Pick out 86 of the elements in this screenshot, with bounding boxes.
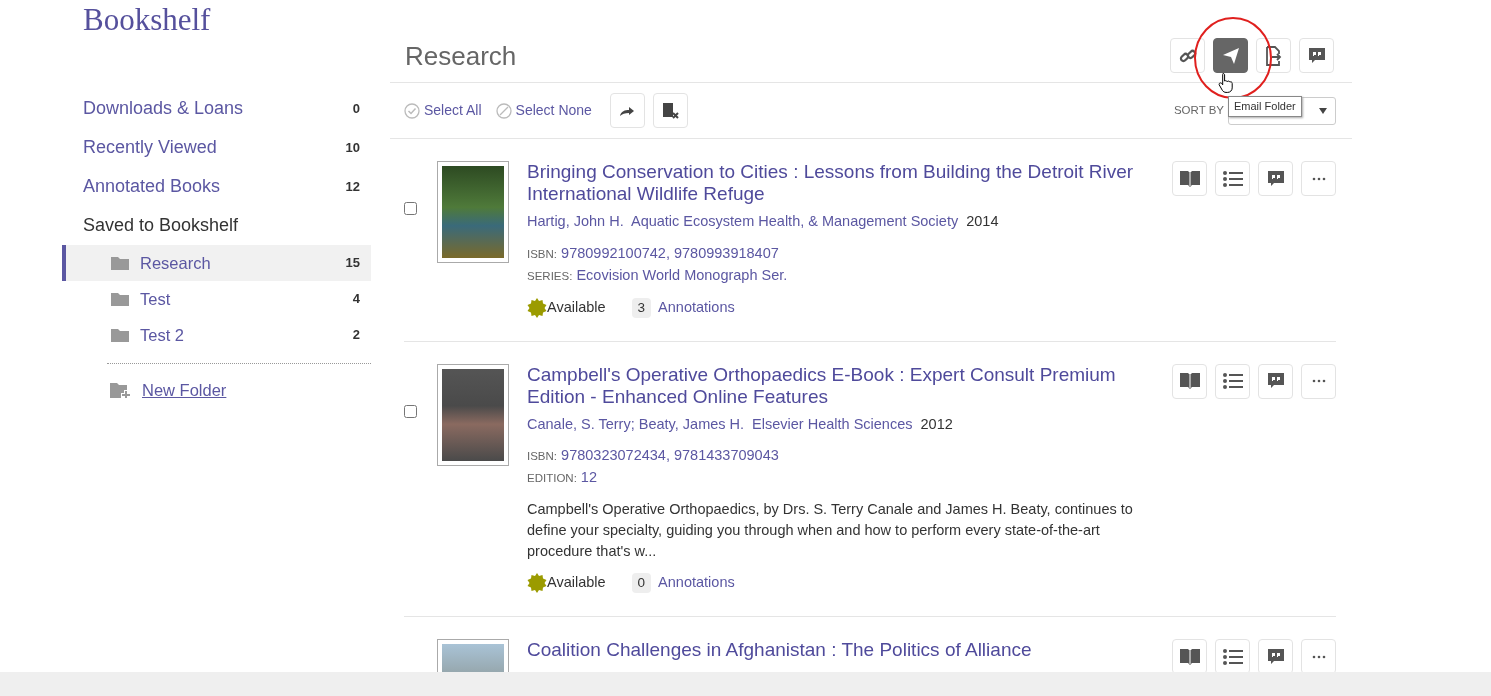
item-label: Annotated Books <box>83 175 221 198</box>
slashed-circle-icon <box>495 102 512 119</box>
read-button[interactable] <box>1172 639 1207 674</box>
hand-cursor-icon <box>1218 72 1234 94</box>
more-icon <box>1311 379 1326 383</box>
remove-book-icon <box>661 101 680 120</box>
folder-count: 15 <box>345 254 360 273</box>
forward-button[interactable] <box>609 93 645 128</box>
page-title: Bookshelf <box>82 1 212 39</box>
status-text: Available <box>547 573 606 593</box>
select-none-link[interactable]: Select None <box>495 100 592 121</box>
annotation-count: 3 <box>631 297 652 318</box>
status-text: Available <box>547 297 606 317</box>
contents-button[interactable] <box>1215 363 1250 399</box>
speech-bubble-icon <box>1266 647 1285 666</box>
folder-item[interactable]: Test 2 2 <box>62 317 371 353</box>
select-checkbox[interactable] <box>404 202 417 215</box>
sidebar-item[interactable]: Saved to Bookshelf <box>62 206 371 245</box>
folder-label: Test 2 <box>140 324 186 346</box>
contents-button[interactable] <box>1215 161 1250 196</box>
sidebar-item[interactable]: Downloads & Loans 0 <box>62 89 371 128</box>
folder-item[interactable]: Test 4 <box>62 281 371 317</box>
folder-plus-icon <box>110 382 130 399</box>
read-button[interactable] <box>1172 161 1207 196</box>
annotations-link[interactable]: Annotations <box>658 572 735 594</box>
export-button[interactable] <box>1256 38 1291 73</box>
badge-icon <box>527 297 547 318</box>
folder-icon <box>111 328 129 342</box>
open-book-icon <box>1178 372 1201 390</box>
folder-label: Test <box>140 288 172 310</box>
book-title-link[interactable]: Bringing Conservation to Cities : Lessons from Building the Detroit River International Wildlife Refuge <box>527 161 1149 205</box>
list-icon <box>1222 170 1243 187</box>
forward-arrow-icon <box>619 104 636 117</box>
folder-title: Research <box>405 40 517 73</box>
folder-icon <box>111 256 129 270</box>
read-button[interactable] <box>1172 363 1207 399</box>
metadata-line: ISBN: 9780323072434, 9781433709043 <box>527 446 780 466</box>
send-button[interactable] <box>1213 38 1248 73</box>
paper-plane-icon <box>1221 46 1240 65</box>
caret-icon <box>1319 107 1327 114</box>
item-label: Downloads & Loans <box>83 97 244 120</box>
open-book-icon <box>1178 647 1201 666</box>
comment-button[interactable] <box>1258 639 1293 674</box>
item-count: 10 <box>345 138 360 157</box>
metadata-line: SERIES: Ecovision World Monograph Ser. <box>527 265 789 285</box>
comment-button[interactable] <box>1299 38 1334 73</box>
speech-bubble-icon <box>1266 372 1285 390</box>
comment-button[interactable] <box>1258 363 1293 399</box>
list-icon <box>1222 648 1243 665</box>
remove-button[interactable] <box>652 93 688 128</box>
speech-bubble-icon <box>1266 169 1285 188</box>
item-count: 0 <box>352 99 360 118</box>
folder-icon <box>111 292 129 306</box>
annotation-count: 0 <box>631 573 652 594</box>
metadata-line: ISBN: 9780992100742, 9780993918407 <box>527 243 780 263</box>
author-line: Canale, S. Terry; Beaty, James H. Elsevier Health Sciences 2012 <box>527 414 954 434</box>
list-icon <box>1222 373 1243 389</box>
link-button[interactable] <box>1170 38 1205 73</box>
sort-label: SORT BY <box>1173 102 1224 118</box>
metadata-line: EDITION: 12 <box>527 468 598 488</box>
tooltip: Email Folder <box>1228 96 1302 117</box>
badge-icon <box>527 573 547 594</box>
folder-count: 2 <box>352 326 360 345</box>
comment-button[interactable] <box>1258 161 1293 196</box>
item-count: 12 <box>345 177 360 196</box>
export-icon <box>1263 45 1284 66</box>
sidebar-item[interactable]: Recently Viewed 10 <box>62 128 371 167</box>
annotations-link[interactable]: Annotations <box>658 296 735 319</box>
check-circle-icon <box>404 102 420 119</box>
folder-item[interactable]: Research 15 <box>62 245 371 281</box>
folder-label: Research <box>140 252 212 274</box>
description-text: Campbell's Operative Orthopaedics, by Drs. S. Terry Canale and James H. Beaty, continues to define your specialty, guiding you through when and how to perform every state-of-the-art procedure that's w... <box>527 500 1134 562</box>
book-title-link[interactable]: Coalition Challenges in Afghanistan : The Politics of Alliance <box>527 639 1149 661</box>
open-book-icon <box>1178 169 1201 188</box>
folder-count: 4 <box>352 290 360 309</box>
author-line: Hartig, John H. Aquatic Ecosystem Health, & Management Society 2014 <box>527 212 1000 231</box>
more-icon <box>1311 654 1326 659</box>
contents-button[interactable] <box>1215 639 1250 674</box>
select-checkbox[interactable] <box>404 404 417 418</box>
speech-bubble-icon <box>1307 46 1326 65</box>
new-folder-link[interactable]: New Folder <box>62 364 371 403</box>
select-all-link[interactable]: Select All <box>404 100 482 121</box>
sidebar-item[interactable]: Annotated Books 12 <box>62 167 371 206</box>
item-label: Recently Viewed <box>83 136 217 159</box>
book-title-link[interactable]: Campbell's Operative Orthopaedics E-Book : Expert Consult Premium Edition - Enhanced Online Features <box>527 363 1149 408</box>
more-icon <box>1311 176 1326 181</box>
